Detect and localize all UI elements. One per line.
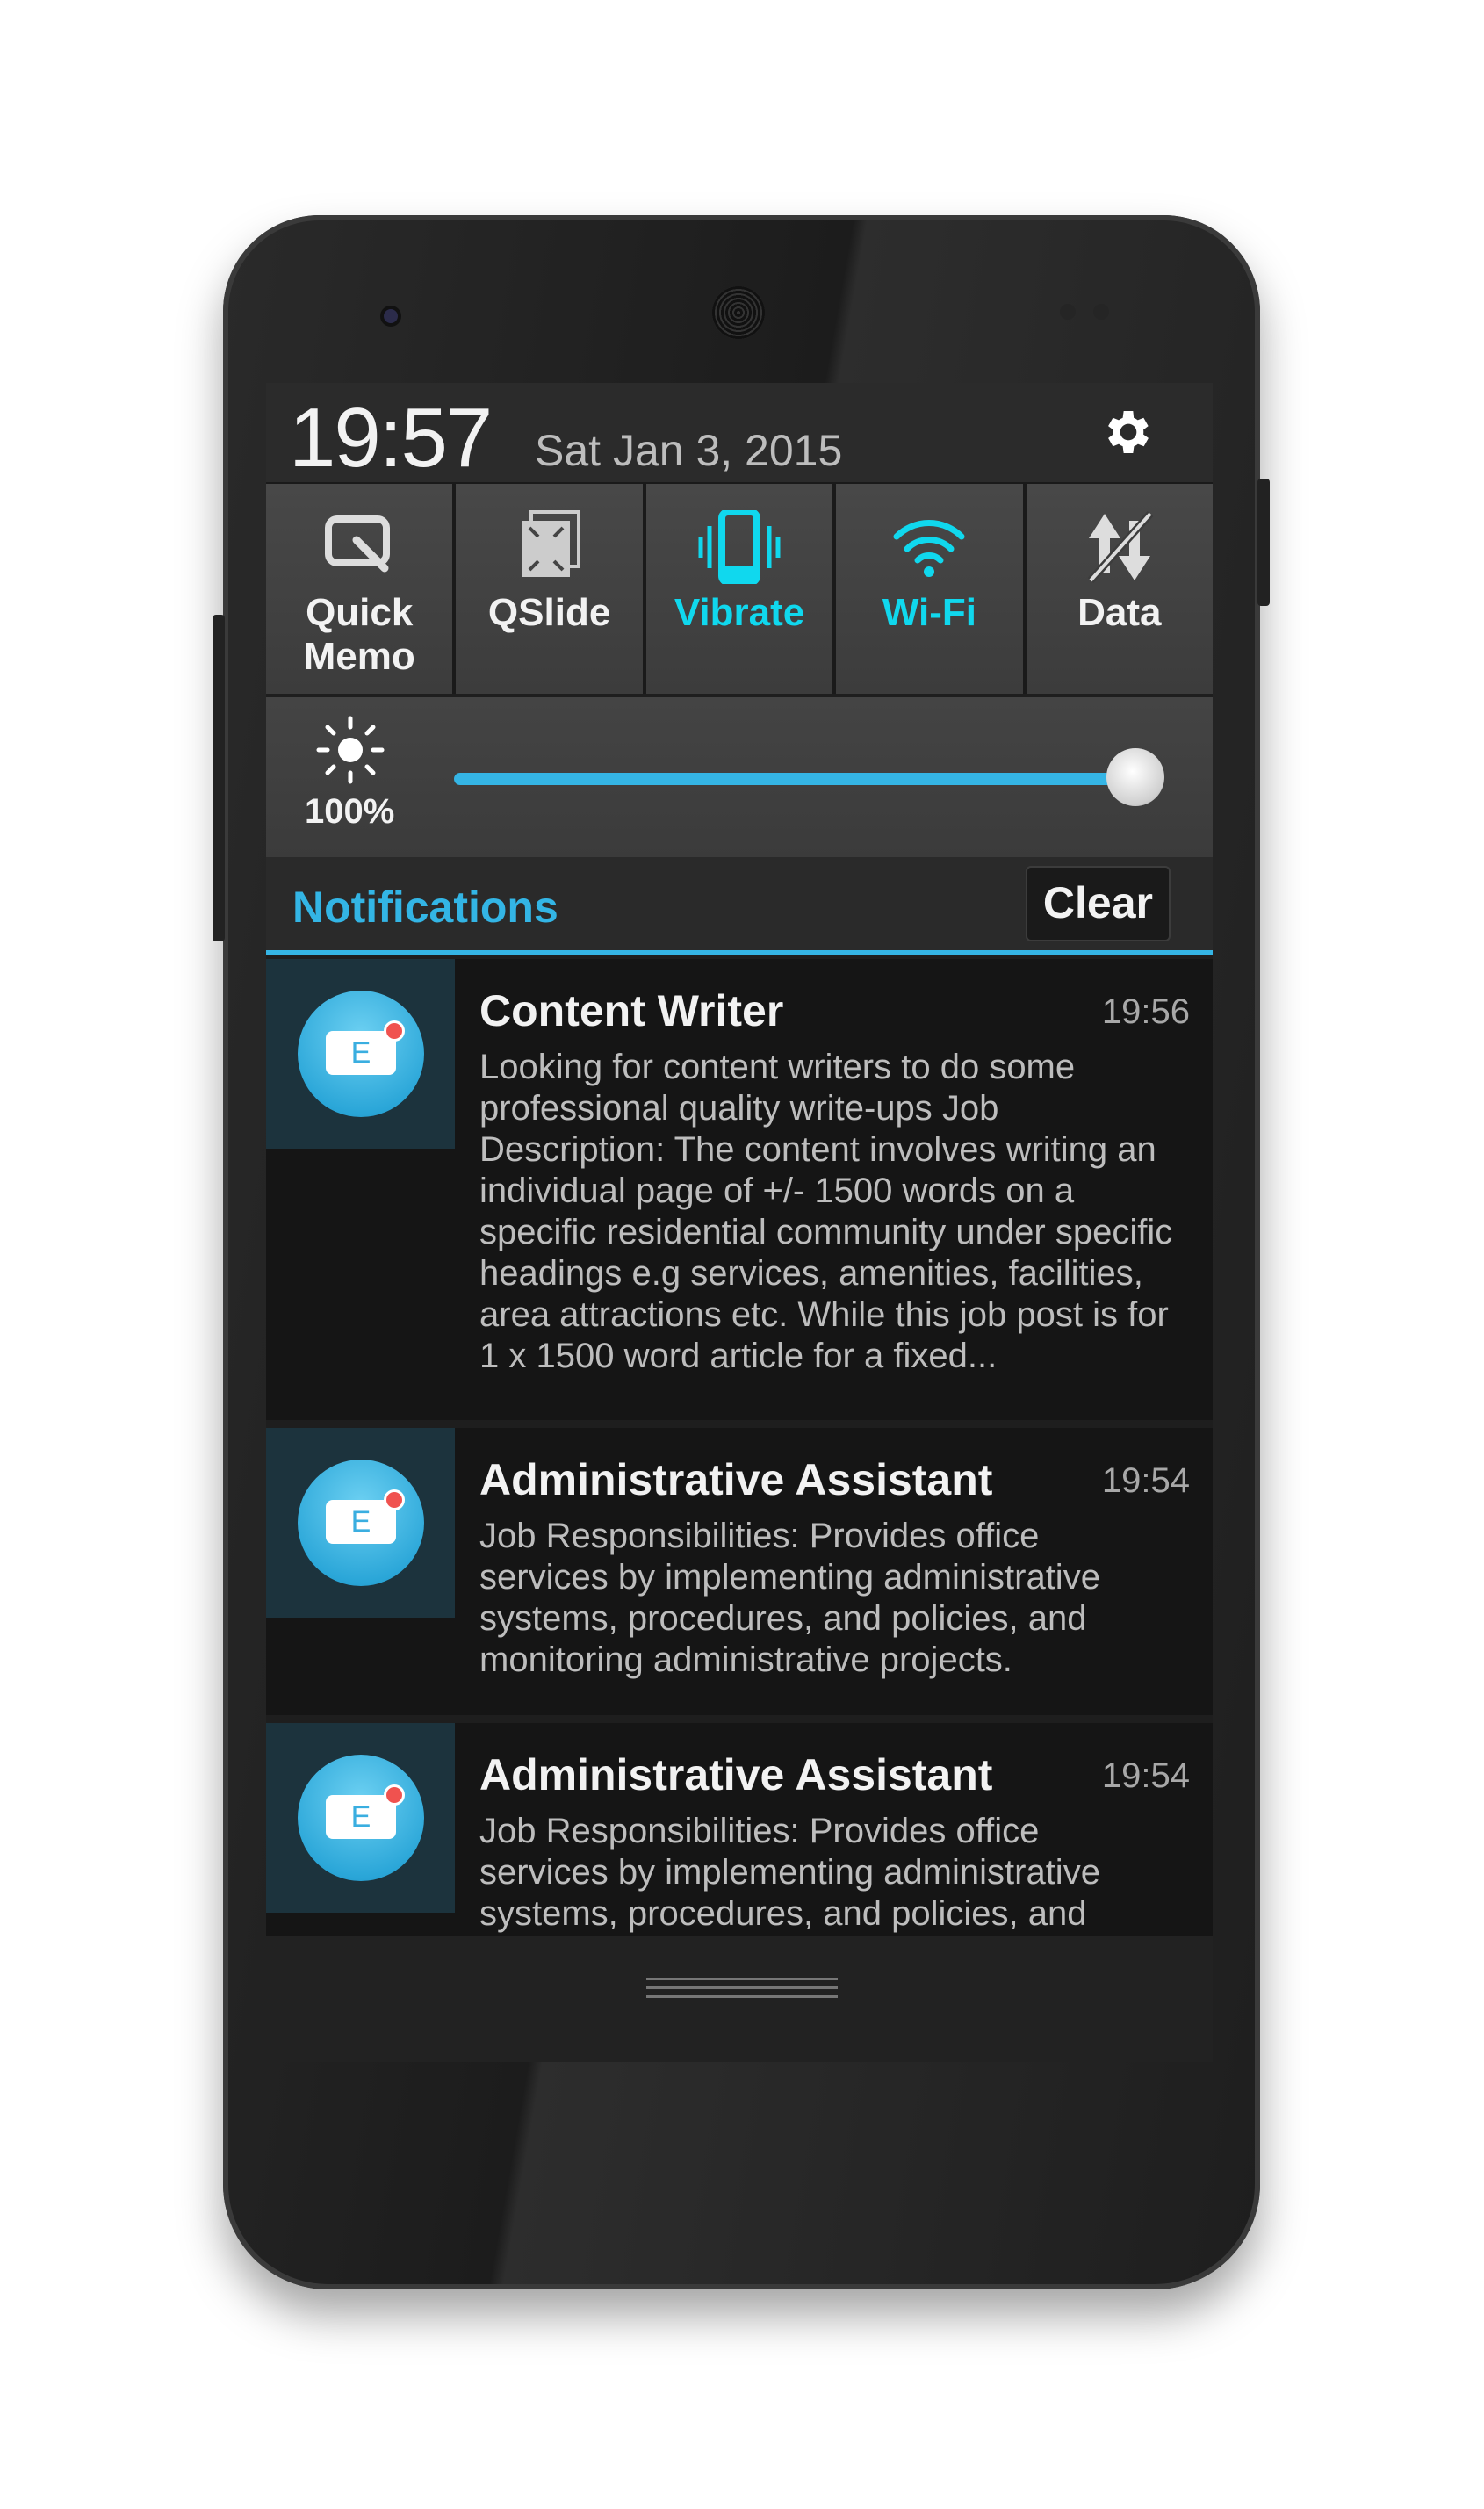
brightness-value: 100% xyxy=(305,792,395,831)
quick-memo-icon xyxy=(325,515,391,573)
notification-time: 19:54 xyxy=(1101,1756,1190,1795)
gear-icon[interactable] xyxy=(1100,404,1156,460)
notification-item[interactable]: E Administrative Assistant 19:54 Job Res… xyxy=(266,1428,1213,1715)
shade-drag-handle[interactable] xyxy=(266,1936,1213,2062)
notification-time: 19:54 xyxy=(1101,1461,1190,1500)
notification-item[interactable]: E Administrative Assistant 19:54 Job Res… xyxy=(266,1723,1213,1936)
tile-wifi[interactable]: Wi-Fi xyxy=(836,484,1023,694)
notification-body: Job Responsibilities: Provides office se… xyxy=(479,1812,1100,1933)
notifications-header: Notifications Clear xyxy=(266,857,1213,955)
notifications-title: Notifications xyxy=(292,883,558,932)
quick-settings: Quick Memo QSlide Vibrate Wi-Fi Data xyxy=(266,484,1213,694)
notification-body: Job Responsibilities: Provides office se… xyxy=(479,1517,1100,1679)
status-header: 19:57 Sat Jan 3, 2015 xyxy=(266,383,1213,485)
brightness-slider-track[interactable] xyxy=(454,773,1139,785)
brightness-panel: 100% xyxy=(266,697,1213,857)
tile-label: Wi-Fi xyxy=(882,591,976,634)
wifi-icon xyxy=(893,520,965,577)
notification-item[interactable]: E Content Writer 19:56 Looking for conte… xyxy=(266,959,1213,1420)
qslide-icon xyxy=(522,510,580,577)
sensor xyxy=(1060,304,1076,320)
tile-data[interactable]: Data xyxy=(1026,484,1213,694)
front-camera xyxy=(380,306,401,327)
tile-quick-memo[interactable]: Quick Memo xyxy=(266,484,453,694)
clock: 19:57 xyxy=(289,391,493,485)
notification-title: Content Writer xyxy=(479,986,784,1035)
notification-body: Looking for content writers to do some p… xyxy=(479,1048,1173,1375)
tile-label: QSlide xyxy=(487,591,611,634)
tile-label: Vibrate xyxy=(674,591,805,634)
vibrate-icon xyxy=(698,510,781,584)
brightness-icon[interactable] xyxy=(315,715,385,785)
app-icon: E xyxy=(266,1428,455,1618)
notification-title: Administrative Assistant xyxy=(479,1455,993,1504)
tile-vibrate[interactable]: Vibrate xyxy=(645,484,833,694)
clear-button[interactable]: Clear xyxy=(1025,866,1171,941)
tile-qslide[interactable]: QSlide xyxy=(456,484,643,694)
volume-button[interactable] xyxy=(213,615,225,941)
app-icon: E xyxy=(266,959,455,1149)
notification-time: 19:56 xyxy=(1101,992,1190,1031)
date[interactable]: Sat Jan 3, 2015 xyxy=(535,425,842,476)
sensor xyxy=(1093,304,1109,320)
power-button[interactable] xyxy=(1257,479,1270,606)
brightness-slider-thumb[interactable] xyxy=(1106,748,1164,806)
tile-label: Data xyxy=(1077,591,1162,634)
app-icon: E xyxy=(266,1723,455,1913)
data-off-icon xyxy=(1087,510,1154,584)
speaker-grille xyxy=(712,286,765,339)
notification-shade: 19:57 Sat Jan 3, 2015 Quick Memo QSlide V… xyxy=(266,383,1213,2062)
tile-label: Quick Memo xyxy=(303,591,415,678)
notification-title: Administrative Assistant xyxy=(479,1750,993,1799)
